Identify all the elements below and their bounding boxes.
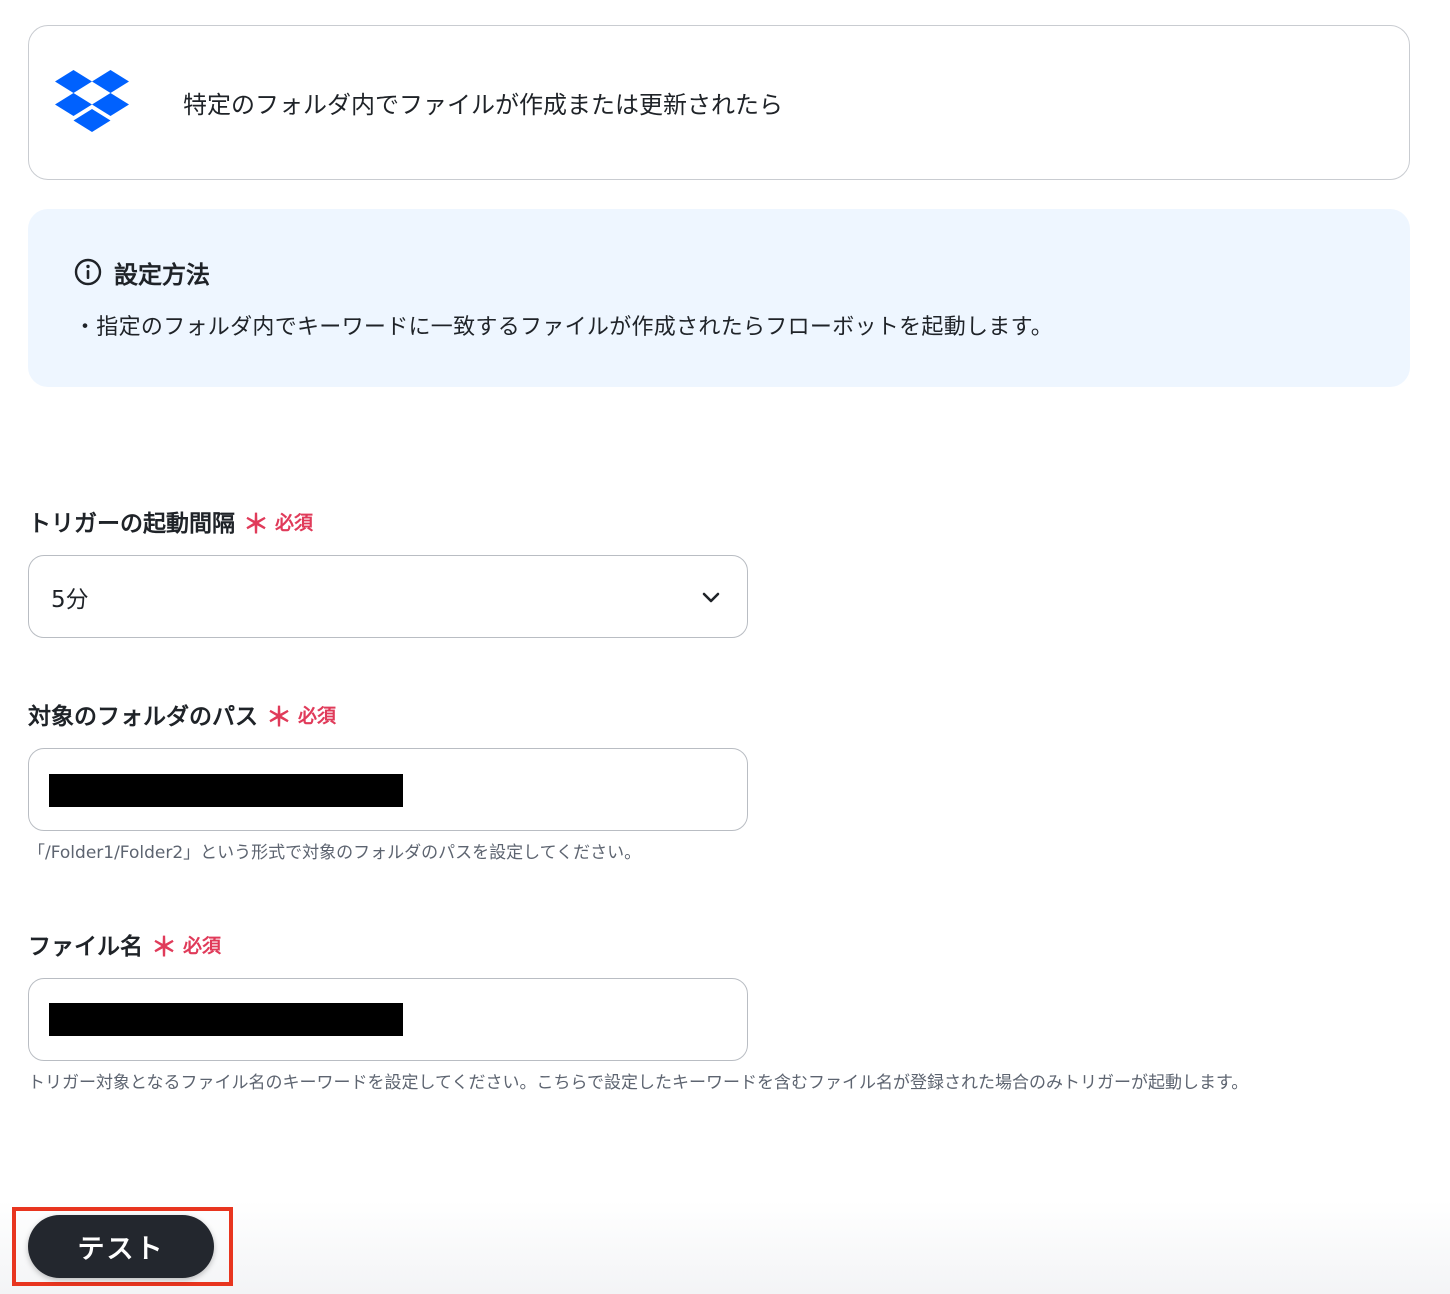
redacted-value bbox=[49, 1003, 403, 1036]
file-name-label: ファイル名 ＊ 必須 bbox=[28, 928, 222, 963]
test-button[interactable]: テスト bbox=[28, 1215, 214, 1278]
required-asterisk: ＊ bbox=[243, 510, 270, 540]
required-asterisk: ＊ bbox=[266, 703, 293, 733]
file-name-help: トリガー対象となるファイル名のキーワードを設定してください。こちらで設定したキー… bbox=[28, 1073, 1249, 1093]
folder-path-input[interactable] bbox=[28, 748, 748, 831]
info-box: 設定方法 ・指定のフォルダ内でキーワードに一致するファイルが作成されたらフローボ… bbox=[28, 209, 1410, 387]
info-text: ・指定のフォルダ内でキーワードに一致するファイルが作成されたらフローボットを起動… bbox=[74, 315, 1054, 340]
trigger-card[interactable]: 特定のフォルダ内でファイルが作成または更新されたら bbox=[28, 25, 1410, 180]
page: 特定のフォルダ内でファイルが作成または更新されたら 設定方法 ・指定のフォルダ内… bbox=[0, 0, 1450, 1294]
interval-select[interactable]: 5分 bbox=[28, 555, 748, 638]
chevron-down-icon bbox=[702, 592, 720, 603]
interval-select-value: 5分 bbox=[51, 586, 89, 613]
info-title: 設定方法 bbox=[114, 260, 210, 289]
redacted-value bbox=[49, 774, 403, 807]
folder-path-label: 対象のフォルダのパス ＊ 必須 bbox=[28, 698, 337, 733]
required-badge: 必須 bbox=[275, 511, 314, 534]
interval-label: トリガーの起動間隔 ＊ 必須 bbox=[28, 505, 314, 540]
file-name-label-text: ファイル名 bbox=[28, 934, 143, 960]
folder-path-label-text: 対象のフォルダのパス bbox=[28, 704, 258, 730]
required-badge: 必須 bbox=[183, 934, 222, 957]
file-name-input[interactable] bbox=[28, 978, 748, 1061]
trigger-title: 特定のフォルダ内でファイルが作成または更新されたら bbox=[183, 91, 783, 119]
folder-path-help: 「/Folder1/Folder2」という形式で対象のフォルダのパスを設定してく… bbox=[28, 843, 642, 863]
interval-label-text: トリガーの起動間隔 bbox=[28, 511, 235, 537]
required-badge: 必須 bbox=[298, 704, 337, 727]
required-asterisk: ＊ bbox=[151, 933, 178, 963]
dropbox-logo-icon bbox=[55, 69, 129, 132]
info-header: 設定方法 bbox=[74, 255, 1410, 289]
info-circle-icon bbox=[74, 258, 102, 286]
